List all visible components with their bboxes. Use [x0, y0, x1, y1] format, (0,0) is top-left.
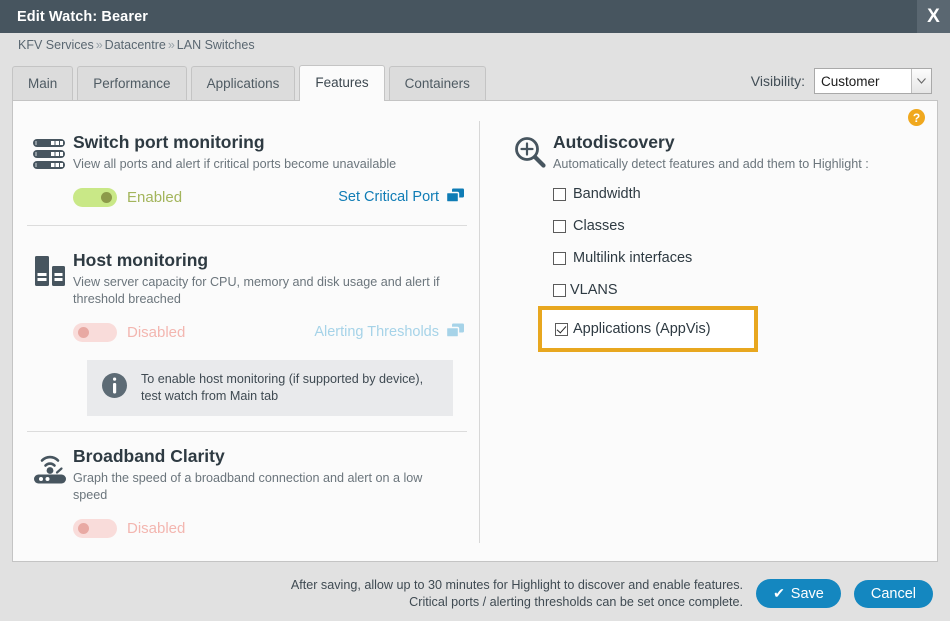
cancel-button[interactable]: Cancel — [854, 580, 933, 608]
host-servers-icon — [27, 249, 73, 343]
tab-containers[interactable]: Containers — [389, 66, 486, 101]
section-divider — [27, 225, 467, 226]
visibility-selected-value: Customer — [815, 74, 880, 89]
switch-port-monitoring-state: Enabled — [127, 189, 182, 206]
popup-window-icon — [446, 323, 465, 342]
autodiscovery-item-bandwidth[interactable]: Bandwidth — [553, 183, 913, 205]
breadcrumb-separator: » — [94, 38, 105, 52]
breadcrumb-item-1[interactable]: Datacentre — [105, 38, 166, 52]
alerting-thresholds-link: Alerting Thresholds — [314, 323, 465, 342]
visibility-control: Visibility: Customer — [751, 68, 932, 94]
chevron-down-icon[interactable] — [911, 69, 931, 93]
feature-switch-port-monitoring: Switch port monitoring View all ports an… — [27, 131, 467, 208]
cancel-button-label: Cancel — [871, 586, 916, 602]
dialog-title: Edit Watch: Bearer — [0, 9, 148, 25]
checkbox-multilink-interfaces[interactable] — [553, 252, 566, 265]
set-critical-port-label: Set Critical Port — [338, 189, 439, 205]
autodiscovery-item-classes[interactable]: Classes — [553, 215, 913, 237]
magnifier-plus-icon — [507, 131, 553, 173]
footer-note: After saving, allow up to 30 minutes for… — [291, 577, 743, 611]
autodiscovery-item-label: Applications (AppVis) — [573, 321, 711, 337]
autodiscovery-title: Autodiscovery — [553, 131, 925, 153]
breadcrumb: KFV Services»Datacentre»LAN Switches — [18, 38, 255, 52]
section-divider — [27, 431, 467, 432]
dialog-titlebar: Edit Watch: Bearer X — [0, 0, 950, 33]
check-icon: ✔ — [773, 585, 785, 602]
tab-applications[interactable]: Applications — [191, 66, 296, 101]
breadcrumb-item-0[interactable]: KFV Services — [18, 38, 94, 52]
autodiscovery-item-applications[interactable]: Applications (AppVis) — [555, 318, 711, 340]
feature-description: View all ports and alert if critical por… — [73, 156, 465, 173]
checkbox-classes[interactable] — [553, 220, 566, 233]
save-button-label: Save — [791, 586, 824, 602]
breadcrumb-separator: » — [166, 38, 177, 52]
autodiscovery-item-multilink-interfaces[interactable]: Multilink interfaces — [553, 247, 913, 269]
toggle-knob — [78, 327, 89, 338]
info-icon — [101, 372, 128, 404]
dialog-footer: After saving, allow up to 30 minutes for… — [0, 566, 950, 621]
footer-note-line-2: Critical ports / alerting thresholds can… — [291, 594, 743, 611]
feature-autodiscovery: Autodiscovery Automatically detect featu… — [507, 131, 927, 173]
tab-main[interactable]: Main — [12, 66, 73, 101]
autodiscovery-item-label: Multilink interfaces — [573, 250, 692, 266]
feature-title: Host monitoring — [73, 249, 465, 271]
set-critical-port-link[interactable]: Set Critical Port — [338, 188, 465, 207]
save-button[interactable]: ✔ Save — [756, 579, 841, 608]
popup-window-icon — [446, 188, 465, 207]
checkbox-bandwidth[interactable] — [553, 188, 566, 201]
feature-title: Switch port monitoring — [73, 131, 465, 153]
tab-bar: Main Performance Applications Features C… — [12, 65, 486, 101]
toggle-knob — [78, 523, 89, 534]
feature-host-monitoring: Host monitoring View server capacity for… — [27, 249, 467, 343]
host-monitoring-info-box: To enable host monitoring (if supported … — [87, 360, 453, 416]
host-monitoring-toggle[interactable] — [73, 323, 117, 342]
autodiscovery-item-label: VLANS — [570, 282, 618, 298]
alerting-thresholds-label: Alerting Thresholds — [314, 324, 439, 340]
host-monitoring-state: Disabled — [127, 324, 185, 341]
footer-note-line-1: After saving, allow up to 30 minutes for… — [291, 577, 743, 594]
column-divider — [479, 121, 480, 543]
tab-features[interactable]: Features — [299, 65, 384, 101]
feature-title: Broadband Clarity — [73, 445, 465, 467]
host-monitoring-info-text: To enable host monitoring (if supported … — [141, 371, 439, 405]
visibility-select[interactable]: Customer — [814, 68, 932, 94]
feature-description: Graph the speed of a broadband connectio… — [73, 470, 439, 504]
edit-watch-dialog: Edit Watch: Bearer X KFV Services»Datace… — [0, 0, 950, 621]
autodiscovery-item-label: Classes — [573, 218, 625, 234]
features-panel: ? — [12, 100, 938, 562]
feature-description: View server capacity for CPU, memory and… — [73, 274, 445, 308]
help-icon[interactable]: ? — [908, 109, 925, 126]
checkbox-vlans[interactable] — [553, 284, 566, 297]
broadband-clarity-toggle[interactable] — [73, 519, 117, 538]
broadband-clarity-state: Disabled — [127, 520, 185, 537]
autodiscovery-item-applications-highlight[interactable]: Applications (AppVis) — [538, 306, 758, 352]
toggle-knob — [101, 192, 112, 203]
visibility-label: Visibility: — [751, 73, 805, 89]
autodiscovery-description: Automatically detect features and add th… — [553, 156, 925, 173]
autodiscovery-item-label: Bandwidth — [573, 186, 641, 202]
close-icon[interactable]: X — [917, 0, 950, 33]
autodiscovery-checklist: Bandwidth Classes Multilink interfaces V… — [553, 183, 913, 311]
switch-ports-icon — [27, 131, 73, 208]
switch-port-monitoring-toggle[interactable] — [73, 188, 117, 207]
tab-performance[interactable]: Performance — [77, 66, 186, 101]
checkbox-applications-appvis[interactable] — [555, 323, 568, 336]
autodiscovery-item-vlans[interactable]: VLANS — [553, 279, 913, 301]
broadband-router-icon — [27, 445, 73, 539]
breadcrumb-item-2[interactable]: LAN Switches — [177, 38, 255, 52]
feature-broadband-clarity: Broadband Clarity Graph the speed of a b… — [27, 445, 467, 539]
